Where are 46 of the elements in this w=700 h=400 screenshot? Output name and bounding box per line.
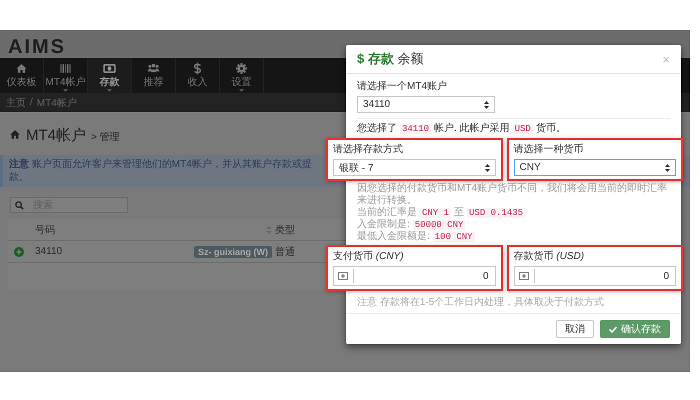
amount-field[interactable]: 0 xyxy=(333,266,496,286)
account-tag: Sz- guixiang (W) xyxy=(194,246,272,258)
home-icon xyxy=(9,129,21,140)
amount-field[interactable]: 0 xyxy=(514,266,676,286)
dropdown[interactable]: 银联 - 7 xyxy=(333,159,496,176)
conversion-note: 当前的汇率是 CNY 1 至 USD 0.1435 xyxy=(357,207,526,218)
conversion-note: 因您选择的付款货币和MT4账户货币不同，我们将会用当前的即时汇率来进行转换。 xyxy=(357,183,668,206)
info-text: 您选择了 34110 帐户. 此帐户采用 USD 货币。 xyxy=(357,122,567,136)
updown-caret-icon xyxy=(484,164,490,172)
table-cell: 34110 xyxy=(35,246,62,257)
money-icon xyxy=(103,62,116,75)
search-icon xyxy=(15,201,24,210)
updown-caret-icon xyxy=(665,164,670,172)
check-icon xyxy=(609,326,617,332)
expand-icon[interactable] xyxy=(14,246,24,256)
field-label: 请选择一个MT4账户 xyxy=(357,80,448,93)
field-label: 存款货币 (USD) xyxy=(514,250,586,263)
column-header[interactable]: 类型 xyxy=(275,222,295,236)
conversion-note: 入金限制是: 50000 CNY xyxy=(357,219,466,230)
home-icon xyxy=(15,62,28,75)
dropdown[interactable]: CNY xyxy=(514,159,676,176)
table-cell-text: 普通 xyxy=(275,246,295,258)
money-icon xyxy=(518,272,528,280)
dialog-title: $ 存款 余额 xyxy=(357,50,424,68)
gear-icon xyxy=(235,62,248,75)
note-text: 注意 存款将在1-5个工作日内处理，具体取决于付款方式 xyxy=(357,296,606,309)
conversion-note: 最低入金限额是: 100 CNY xyxy=(357,231,476,243)
breadcrumb-link[interactable]: 主页 xyxy=(6,96,26,110)
money-icon xyxy=(338,272,348,280)
field-label: 支付货币 (CNY) xyxy=(333,250,405,263)
bars-icon xyxy=(59,62,72,75)
nav-item[interactable]: 存款 xyxy=(88,58,132,93)
updown-caret-icon xyxy=(484,100,489,108)
field-label: 请选择一种货币 xyxy=(514,142,584,156)
page-title: MT4帐户 xyxy=(26,126,86,145)
notice-text: 注意 账户页面允许客户来管理他们的MT4帐户，并从其账户存款或提款。 xyxy=(9,158,313,184)
field-label: 请选择存款方式 xyxy=(333,142,404,156)
dollar-icon xyxy=(191,62,204,75)
users-icon xyxy=(147,62,160,75)
account-dropdown[interactable]: 34110 xyxy=(357,96,495,113)
page-subtitle: > 管理 xyxy=(91,131,120,144)
cancel-button[interactable]: 取消 xyxy=(556,320,594,338)
breadcrumb-link[interactable]: MT4帐户 xyxy=(36,96,77,110)
column-header[interactable]: 号码 xyxy=(35,222,55,236)
logo: AIMS xyxy=(8,36,66,58)
breadcrumb-separator: / xyxy=(30,97,33,108)
